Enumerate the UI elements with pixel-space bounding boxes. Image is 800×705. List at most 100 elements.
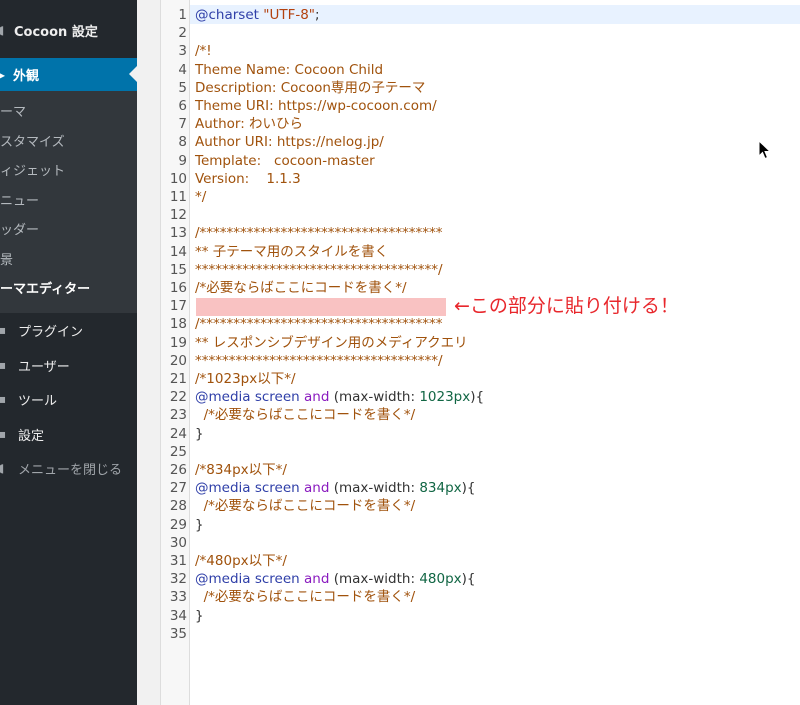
code-editor[interactable]: 1 2 3 4 5 6 7 8 9 10 11 12 13 14 15 16 17 18 19 20 21 22 23 24 2… bbox=[160, 0, 800, 705]
code-line[interactable]: */ bbox=[195, 188, 206, 206]
line-number-gutter: 1 2 3 4 5 6 7 8 9 10 11 12 13 14 15 16 17 18 19 20 21 22 23 24 2… bbox=[161, 0, 190, 705]
code-token: and bbox=[304, 480, 330, 497]
code-line[interactable]: /*! bbox=[195, 42, 212, 60]
sidebar-item-label: ユーザー bbox=[18, 359, 70, 375]
sidebar-item-cocoon-settings[interactable]: ◖ Cocoon 設定 bbox=[0, 14, 137, 46]
code-token: Theme Name: Cocoon Child bbox=[195, 61, 384, 78]
line-number: 33 bbox=[169, 589, 187, 606]
submenu-item-themes[interactable]: テーマ bbox=[0, 103, 26, 123]
code-line[interactable]: /*必要ならばここにコードを書く*/ bbox=[195, 588, 416, 606]
sidebar-item-settings[interactable]: ▪ 設定 bbox=[0, 422, 137, 446]
submenu-item-customize[interactable]: カスタマイズ bbox=[0, 133, 65, 153]
code-token: @charset bbox=[195, 7, 264, 23]
line-number: 14 bbox=[169, 243, 187, 260]
sidebar-item-label: 外観 bbox=[13, 69, 40, 84]
submenu-item-theme-editor[interactable]: テーマエディター bbox=[0, 280, 90, 300]
code-line[interactable]: /*必要ならばここにコードを書く*/ bbox=[195, 406, 416, 424]
code-token: and bbox=[304, 571, 330, 588]
code-line[interactable]: Version: 1.1.3 bbox=[195, 170, 301, 188]
code-token: Author URI: https://nelog.jp/ bbox=[195, 134, 384, 151]
line-number: 20 bbox=[169, 352, 187, 369]
code-token: Template: cocoon-master bbox=[195, 152, 375, 169]
code-line[interactable]: /*834px以下*/ bbox=[195, 461, 287, 479]
collapse-menu-button[interactable]: ◖ メニューを閉じる bbox=[0, 456, 137, 480]
mouse-cursor-icon bbox=[758, 140, 772, 160]
code-line[interactable]: Theme Name: Cocoon Child bbox=[195, 61, 383, 79]
code-line[interactable]: @charset "UTF-8"; bbox=[195, 6, 320, 24]
submenu-item-background[interactable]: 背景 bbox=[0, 251, 13, 271]
code-token: /*! bbox=[195, 43, 212, 60]
code-line[interactable]: Author: わいひら bbox=[195, 115, 303, 133]
line-number: 35 bbox=[169, 625, 187, 642]
code-line[interactable]: ** レスポンシブデザイン用のメディアクエリ bbox=[195, 334, 468, 352]
line-number: 31 bbox=[169, 553, 187, 569]
line-number: 8 bbox=[178, 134, 187, 151]
line-number: 10 bbox=[169, 170, 187, 187]
code-line[interactable]: @media screen and (max-width: 480px){ bbox=[195, 570, 476, 588]
line-number: 5 bbox=[178, 79, 187, 96]
line-number: 22 bbox=[169, 389, 187, 406]
admin-sidebar: ◖ Cocoon 設定 ▸ 外観 テーマ カスタマイズ ウィジェット メニュー … bbox=[0, 0, 137, 705]
code-line[interactable]: /*480px以下*/ bbox=[195, 552, 287, 570]
code-line[interactable]: Author URI: https://nelog.jp/ bbox=[195, 133, 384, 151]
line-number: 21 bbox=[169, 371, 187, 387]
code-token: (max-width: bbox=[329, 389, 420, 406]
code-line[interactable]: @media screen and (max-width: 834px){ bbox=[195, 479, 476, 497]
line-number: 24 bbox=[169, 425, 187, 442]
code-token: /*1023px以下*/ bbox=[195, 371, 296, 387]
code-line[interactable]: @media screen and (max-width: 1023px){ bbox=[195, 388, 484, 406]
code-line[interactable]: /************************************ bbox=[195, 224, 443, 242]
plugin-icon: ▪ bbox=[0, 323, 7, 337]
code-line[interactable]: } bbox=[195, 516, 204, 534]
code-token: @media screen bbox=[195, 571, 305, 588]
collapse-icon: ◖ bbox=[0, 461, 5, 475]
line-number: 18 bbox=[169, 316, 187, 333]
code-token: ){ bbox=[461, 571, 476, 588]
line-number: 26 bbox=[169, 462, 187, 478]
code-token: Version: 1.1.3 bbox=[195, 170, 301, 187]
code-token: and bbox=[304, 389, 330, 406]
code-token: 480px bbox=[419, 571, 462, 588]
line-number: 30 bbox=[169, 534, 187, 551]
sidebar-item-users[interactable]: ▪ ユーザー bbox=[0, 353, 137, 377]
sidebar-item-plugins[interactable]: ▪ プラグイン bbox=[0, 318, 137, 342]
user-icon: ▪ bbox=[0, 358, 7, 372]
line-number: 16 bbox=[169, 280, 187, 296]
line-number: 1 bbox=[178, 7, 187, 23]
code-token: (max-width: bbox=[329, 480, 420, 497]
code-line[interactable]: /************************************ bbox=[195, 315, 443, 333]
line-number: 25 bbox=[169, 443, 187, 460]
code-token: (max-width: bbox=[329, 571, 420, 588]
sidebar-item-label: プラグイン bbox=[18, 324, 84, 340]
code-token: ************************************/ bbox=[195, 352, 443, 369]
code-token: ** レスポンシブデザイン用のメディアクエリ bbox=[195, 334, 468, 351]
code-line[interactable]: ************************************/ bbox=[195, 261, 443, 279]
code-line[interactable]: /*1023px以下*/ bbox=[195, 370, 296, 388]
code-line[interactable]: } bbox=[195, 425, 204, 443]
settings-icon: ▪ bbox=[0, 427, 7, 441]
submenu-item-header[interactable]: ヘッダー bbox=[0, 221, 39, 241]
code-token: /************************************ bbox=[195, 225, 443, 242]
code-token: @media screen bbox=[195, 480, 305, 497]
code-line[interactable]: Theme URI: https://wp-cocoon.com/ bbox=[195, 97, 437, 115]
code-line[interactable]: ** 子テーマ用のスタイルを書く bbox=[195, 243, 388, 261]
submenu-item-widgets[interactable]: ウィジェット bbox=[0, 162, 65, 182]
line-number: 3 bbox=[178, 43, 187, 60]
line-number: 17 bbox=[169, 298, 187, 315]
circle-icon: ◖ bbox=[0, 23, 5, 37]
paste-target-highlight bbox=[196, 298, 446, 316]
wrench-icon: ▪ bbox=[0, 392, 7, 406]
code-line[interactable]: /*必要ならばここにコードを書く*/ bbox=[195, 497, 416, 515]
code-token: } bbox=[195, 516, 204, 533]
code-token: ){ bbox=[461, 480, 476, 497]
submenu-item-menus[interactable]: メニュー bbox=[0, 192, 39, 212]
line-number: 28 bbox=[169, 498, 187, 515]
code-line[interactable]: /*必要ならばここにコードを書く*/ bbox=[195, 279, 407, 297]
code-line[interactable]: Description: Cocoon専用の子テーマ bbox=[195, 79, 425, 97]
sidebar-item-appearance[interactable]: ▸ 外観 bbox=[0, 58, 137, 91]
code-line[interactable]: Template: cocoon-master bbox=[195, 152, 375, 170]
code-line[interactable]: } bbox=[195, 607, 204, 625]
sidebar-item-tools[interactable]: ▪ ツール bbox=[0, 387, 137, 411]
code-token: } bbox=[195, 425, 204, 442]
code-line[interactable]: ************************************/ bbox=[195, 352, 443, 370]
